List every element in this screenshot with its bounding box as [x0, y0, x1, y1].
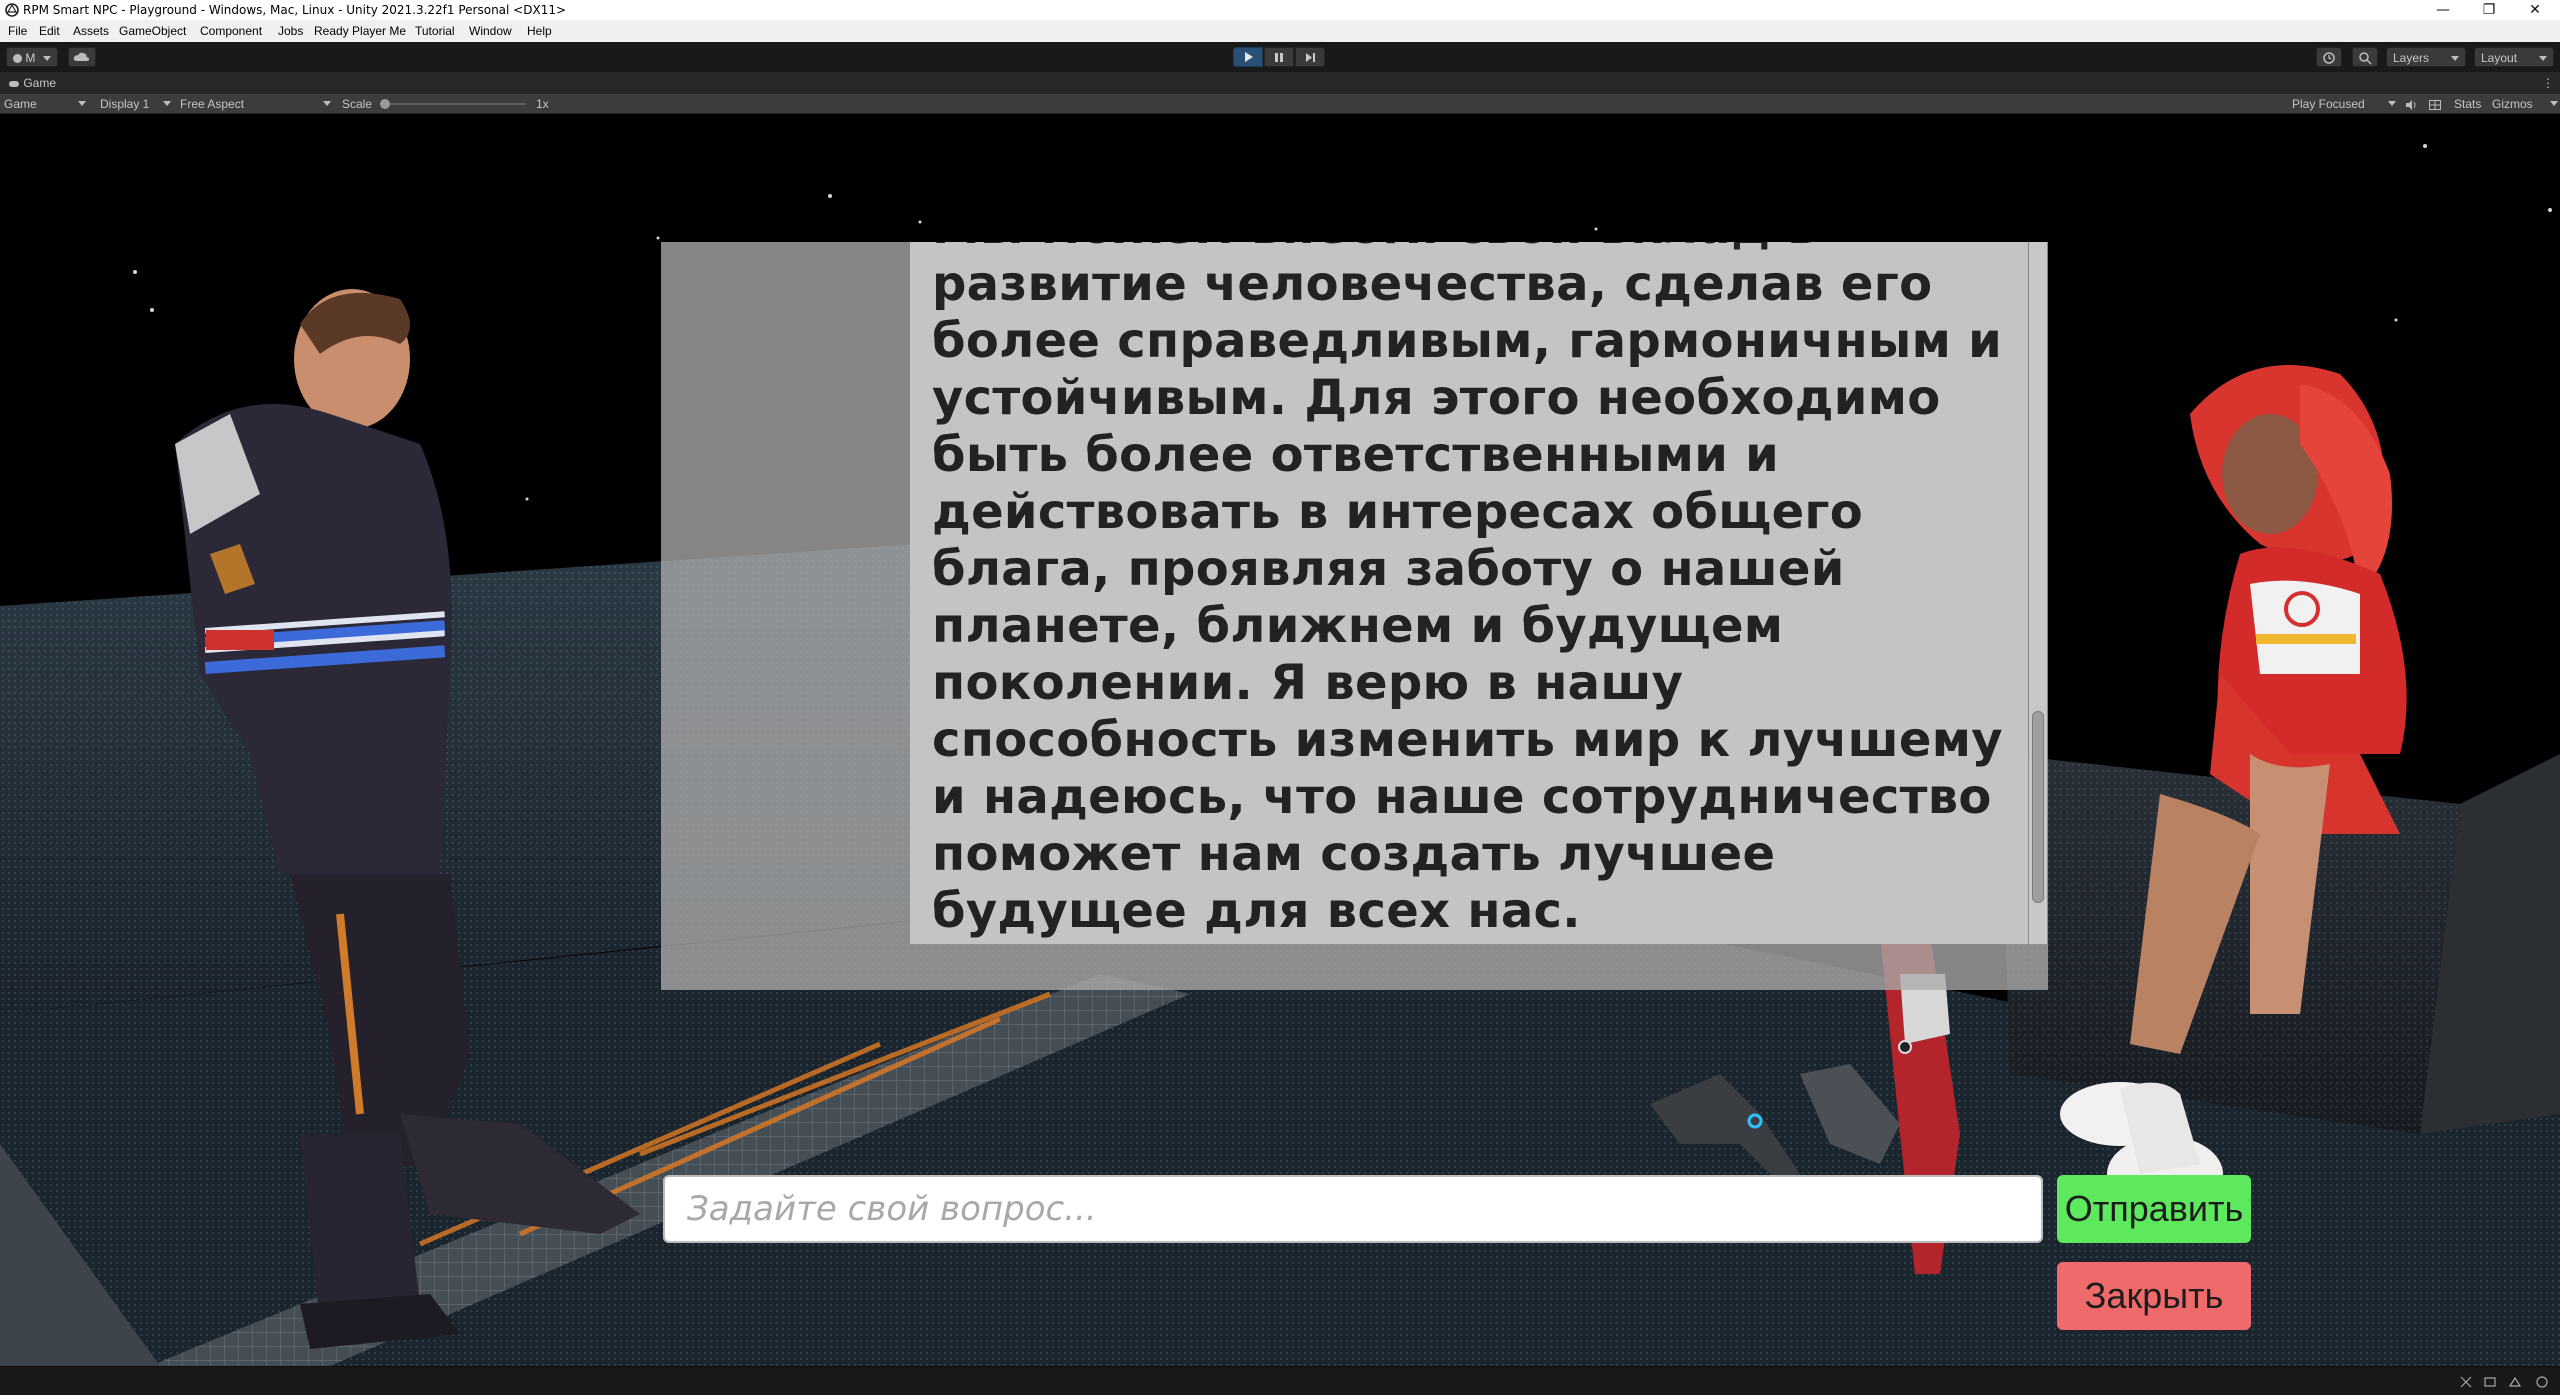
- scale-label: Scale: [342, 97, 373, 111]
- layout-label: Layout: [2481, 51, 2518, 65]
- account-label: M: [25, 51, 36, 65]
- menu-component[interactable]: Component: [200, 20, 262, 42]
- layout-dropdown[interactable]: Layout: [2474, 47, 2554, 67]
- display-label: Display 1: [100, 97, 150, 111]
- cloud-button[interactable]: [68, 47, 96, 67]
- send-button[interactable]: Отправить: [2057, 1175, 2251, 1243]
- close-button[interactable]: Закрыть: [2057, 1262, 2251, 1330]
- play-icon: [1245, 52, 1253, 62]
- play-focused-dropdown[interactable]: Play Focused: [2292, 94, 2396, 114]
- display-dropdown[interactable]: Display 1: [100, 94, 171, 114]
- menu-ready-player-me[interactable]: Ready Player Me: [314, 20, 406, 42]
- window-title-bar: RPM Smart NPC - Playground - Windows, Ma…: [0, 0, 2560, 20]
- pause-button[interactable]: [1264, 47, 1294, 67]
- step-button[interactable]: [1295, 47, 1325, 67]
- maximize-button[interactable]: ❐: [2466, 0, 2512, 20]
- menu-tutorial[interactable]: Tutorial: [415, 20, 455, 42]
- game-mode-label: Game: [4, 97, 37, 111]
- answer-scrollbar-thumb[interactable]: [2032, 711, 2044, 903]
- layers-label: Layers: [2393, 51, 2430, 65]
- chat-panel: окружающих и наш будущий мир. Мы можем в…: [661, 242, 2048, 990]
- aspect-label: Free Aspect: [180, 97, 245, 111]
- speaker-icon: [2406, 99, 2416, 110]
- chevron-down-icon: [163, 101, 171, 106]
- scale-slider-thumb[interactable]: [380, 99, 390, 109]
- chevron-down-icon: [78, 101, 86, 106]
- window-title: RPM Smart NPC - Playground - Windows, Ma…: [23, 3, 567, 17]
- answer-scroll-view[interactable]: окружающих и наш будущий мир. Мы можем в…: [910, 242, 2028, 944]
- menu-help[interactable]: Help: [527, 20, 552, 42]
- menu-assets[interactable]: Assets: [73, 20, 109, 42]
- chevron-down-icon: [2388, 101, 2396, 106]
- grid-icon: [2429, 99, 2441, 110]
- question-input[interactable]: [663, 1175, 2043, 1243]
- chevron-down-icon: [2539, 56, 2547, 61]
- menu-gameobject[interactable]: GameObject: [119, 20, 186, 42]
- undo-history-button[interactable]: [2316, 47, 2342, 67]
- play-button[interactable]: [1233, 47, 1263, 67]
- search-button[interactable]: [2352, 47, 2378, 67]
- account-dropdown[interactable]: M: [6, 47, 58, 67]
- chevron-down-icon: [42, 56, 51, 62]
- aspect-dropdown[interactable]: Free Aspect: [180, 94, 331, 114]
- play-focused-label: Play Focused: [2292, 97, 2365, 111]
- minimize-button[interactable]: —: [2420, 0, 2466, 20]
- unity-toolbar: M Layers Layout: [0, 42, 2560, 72]
- menu-bar: File Edit Assets GameObject Component Jo…: [0, 20, 2560, 42]
- step-icon: [1306, 53, 1315, 62]
- mute-audio-button[interactable]: [2404, 94, 2418, 114]
- gamepad-icon: [9, 80, 19, 87]
- chevron-down-icon: [2550, 101, 2558, 106]
- menu-file[interactable]: File: [8, 20, 27, 42]
- chevron-down-icon: [2451, 56, 2459, 61]
- gizmos-label: Gizmos: [2492, 97, 2533, 111]
- scale-slider[interactable]: [378, 94, 528, 114]
- answer-scrollbar[interactable]: [2029, 242, 2047, 944]
- unity-logo-icon: [5, 3, 19, 17]
- scale-slider-track: [380, 103, 526, 105]
- search-icon: [2359, 52, 2372, 65]
- pause-icon: [1275, 53, 1283, 62]
- tab-game[interactable]: Game: [8, 72, 56, 94]
- account-icon: [13, 54, 22, 64]
- menu-jobs[interactable]: Jobs: [278, 20, 303, 42]
- close-window-button[interactable]: ✕: [2512, 0, 2558, 20]
- menu-window[interactable]: Window: [469, 20, 512, 42]
- game-view-controls: Game Display 1 Free Aspect Scale 1x Play…: [0, 94, 2560, 114]
- layers-dropdown[interactable]: Layers: [2386, 47, 2466, 67]
- gizmos-dropdown[interactable]: Gizmos: [2492, 94, 2558, 114]
- frame-debugger-button[interactable]: [2428, 94, 2442, 114]
- status-bar: [0, 1366, 2560, 1395]
- cloud-icon: [73, 52, 90, 61]
- status-icons: [2460, 1376, 2548, 1388]
- history-icon: [2323, 52, 2335, 64]
- game-mode-dropdown[interactable]: Game: [4, 94, 86, 114]
- menu-edit[interactable]: Edit: [39, 20, 60, 42]
- more-options-icon[interactable]: ⋮: [2542, 72, 2554, 94]
- npc-answer-text: окружающих и наш будущий мир. Мы можем в…: [932, 242, 2003, 940]
- game-viewport[interactable]: окружающих и наш будущий мир. Мы можем в…: [0, 114, 2560, 1366]
- chevron-down-icon: [323, 101, 331, 106]
- stats-button[interactable]: Stats: [2454, 94, 2481, 114]
- tab-game-label: Game: [23, 76, 57, 90]
- scale-value: 1x: [536, 97, 549, 111]
- game-view-header: Game ⋮: [0, 72, 2560, 94]
